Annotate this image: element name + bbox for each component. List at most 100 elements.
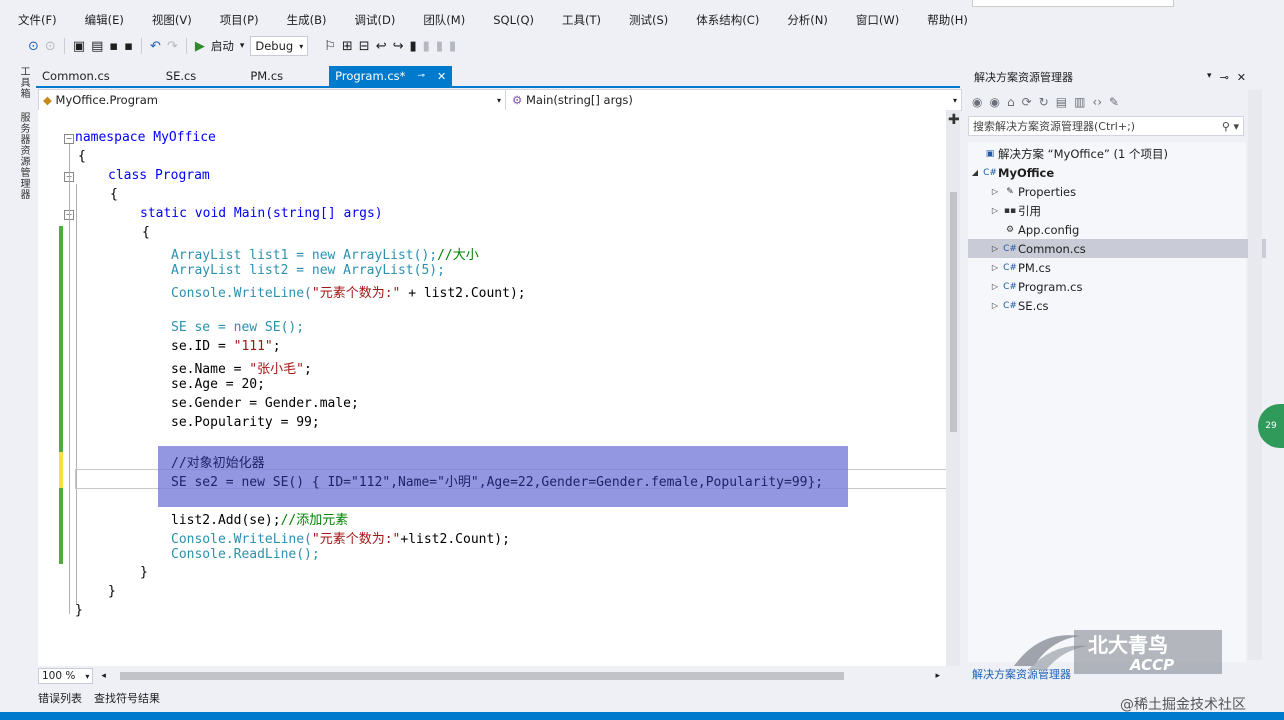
solution-search-input[interactable]: 搜索解决方案资源管理器(Ctrl+;) ⚲ ▾ <box>968 116 1244 136</box>
close-icon[interactable]: ✕ <box>1237 71 1246 84</box>
save-icon[interactable]: ▪ <box>109 39 118 54</box>
menu-team[interactable]: 团队(M) <box>407 12 477 28</box>
start-icon[interactable]: ▶ <box>195 39 205 54</box>
menu-edit[interactable]: 编辑(E) <box>69 12 136 28</box>
show-all-files-icon[interactable]: ▥ <box>1074 95 1085 109</box>
forward-icon[interactable]: ◉ <box>989 95 999 109</box>
collapsed-arrow-icon[interactable]: ▷ <box>988 187 1002 196</box>
menu-window[interactable]: 窗口(W) <box>840 12 911 28</box>
zoom-select[interactable]: 100 % ▾ <box>38 668 94 684</box>
indent-icon[interactable]: ↪ <box>393 39 404 54</box>
menu-help[interactable]: 帮助(H) <box>911 12 980 28</box>
zoom-value: 100 % <box>42 670 76 682</box>
chevron-down-icon[interactable]: ▾ <box>1207 71 1212 84</box>
tab-se-cs[interactable]: SE.cs <box>160 66 211 86</box>
pin-icon[interactable]: ⊸ <box>1220 71 1229 84</box>
tab-error-list[interactable]: 错误列表 <box>38 690 82 708</box>
collapse-all-icon[interactable]: ▤ <box>1056 95 1067 109</box>
server-explorer-tab[interactable]: 服务器资源管理器 <box>16 112 31 200</box>
uncomment-icon[interactable]: ↩ <box>376 39 387 54</box>
code-comment: //大小 <box>437 248 479 263</box>
attach-icon[interactable]: ⊞ <box>342 39 353 54</box>
tab-find-symbol-results[interactable]: 查找符号结果 <box>94 690 160 708</box>
solution-explorer-scrollbar[interactable] <box>1248 90 1262 660</box>
code-line: Console.WriteLine("元素个数为:" + list2.Count… <box>171 282 526 301</box>
tree-label: 解决方案 “MyOffice” (1 个项目) <box>998 146 1168 161</box>
collapsed-arrow-icon[interactable]: ▷ <box>988 263 1002 272</box>
tree-solution[interactable]: ▣ 解决方案 “MyOffice” (1 个项目) <box>968 144 1246 163</box>
toolbar-separator <box>63 38 65 54</box>
scroll-left-icon[interactable]: ◂ <box>101 671 106 681</box>
tree-properties[interactable]: ▷ ✎ Properties <box>968 182 1266 201</box>
code-line: SE se2 = new SE() { ID="112",Name="小明",A… <box>171 475 824 490</box>
code-string: "元素个数为:" <box>311 286 401 301</box>
collapse-namespace-icon[interactable]: − <box>64 134 74 144</box>
bookmark-icon[interactable]: ▮ <box>410 39 417 54</box>
menu-file[interactable]: 文件(F) <box>0 12 69 28</box>
back-icon[interactable]: ⊙ <box>28 39 39 54</box>
tab-common-cs[interactable]: Common.cs <box>36 66 124 86</box>
view-code-icon[interactable]: ‹› <box>1092 95 1102 109</box>
save-all-icon[interactable]: ▪ <box>124 39 133 54</box>
tree-references[interactable]: ▷ ▪▪ 引用 <box>968 201 1266 220</box>
menu-test[interactable]: 测试(S) <box>613 12 680 28</box>
collapsed-arrow-icon[interactable]: ▷ <box>988 206 1002 215</box>
tree-app-config[interactable]: ⚙ App.config <box>968 220 1266 239</box>
config-select[interactable]: Debug ▾ <box>250 36 309 56</box>
expanded-arrow-icon[interactable]: ◢ <box>968 168 982 177</box>
home-icon[interactable]: ⌂ <box>1007 95 1015 109</box>
collapsed-arrow-icon[interactable]: ▷ <box>988 282 1002 291</box>
menu-analyze[interactable]: 分析(N) <box>771 12 840 28</box>
code-text: Console.WriteLine( <box>171 532 312 547</box>
clear-bookmark-icon[interactable]: ▮ <box>449 39 456 54</box>
back-icon[interactable]: ◉ <box>972 95 982 109</box>
tree-pm-cs[interactable]: ▷ C# PM.cs <box>968 258 1266 277</box>
find-icon[interactable]: ⚐ <box>324 39 336 54</box>
search-icon[interactable]: ⚲ ▾ <box>1222 120 1239 133</box>
menu-project[interactable]: 项目(P) <box>204 12 271 28</box>
refresh-icon[interactable]: ↻ <box>1039 95 1049 109</box>
next-bookmark-icon[interactable]: ▮ <box>436 39 443 54</box>
tree-program-cs[interactable]: ▷ C# Program.cs <box>968 277 1266 296</box>
open-file-icon[interactable]: ▤ <box>91 39 103 54</box>
menu-debug[interactable]: 调试(D) <box>338 12 407 28</box>
menu-build[interactable]: 生成(B) <box>271 12 339 28</box>
collapsed-arrow-icon[interactable]: ▷ <box>988 244 1002 253</box>
tab-program-cs-label: Program.cs* <box>335 69 406 83</box>
menu-tools[interactable]: 工具(T) <box>546 12 613 28</box>
tab-pm-cs[interactable]: PM.cs <box>244 66 297 86</box>
collapsed-arrow-icon[interactable]: ▷ <box>988 301 1002 310</box>
class-scope-dropdown[interactable]: ◆ MyOffice.Program ▾ <box>39 90 506 110</box>
horizontal-scroll-thumb[interactable] <box>120 672 844 680</box>
tree-se-cs[interactable]: ▷ C# SE.cs <box>968 296 1266 315</box>
solution-icon: ▣ <box>985 148 995 159</box>
close-icon[interactable]: ✕ <box>437 70 446 83</box>
new-project-icon[interactable]: ▣ <box>73 39 85 54</box>
start-dropdown-icon[interactable]: ▾ <box>240 41 245 51</box>
prev-bookmark-icon[interactable]: ▮ <box>423 39 430 54</box>
start-button[interactable]: 启动 <box>211 38 234 54</box>
redo-icon[interactable]: ↷ <box>167 39 178 54</box>
comment-icon[interactable]: ⊟ <box>359 39 370 54</box>
split-editor-icon[interactable]: ✚ <box>948 112 960 128</box>
navigation-bar: ◆ MyOffice.Program ▾ ⚙ Main(string[] arg… <box>38 89 962 111</box>
menu-sql[interactable]: SQL(Q) <box>477 13 546 27</box>
member-scope-dropdown[interactable]: ⚙ Main(string[] args) ▾ <box>506 90 961 110</box>
tab-program-cs[interactable]: Program.cs* ⊸ ✕ <box>329 66 453 86</box>
tree-common-cs[interactable]: ▷ C# Common.cs <box>968 239 1266 258</box>
code-string: "元素个数为:" <box>311 532 401 547</box>
menu-view[interactable]: 视图(V) <box>136 12 204 28</box>
tree-project[interactable]: ◢ C# MyOffice <box>968 163 1246 182</box>
code-line: ArrayList list2 = new ArrayList(5); <box>171 263 445 278</box>
member-scope-value: ⚙ Main(string[] args) <box>512 93 633 107</box>
editor-scroll-thumb[interactable] <box>950 192 957 432</box>
sync-icon[interactable]: ⟳ <box>1022 95 1032 109</box>
menu-architecture[interactable]: 体系结构(C) <box>680 12 771 28</box>
properties-icon[interactable]: ✎ <box>1109 95 1119 109</box>
undo-icon[interactable]: ↶ <box>150 39 161 54</box>
bottom-panel-tabs: 错误列表 查找符号结果 <box>38 690 160 708</box>
forward-icon[interactable]: ⊙ <box>45 39 56 54</box>
pin-icon[interactable]: ⊸ <box>417 71 425 81</box>
scroll-right-icon[interactable]: ▸ <box>935 671 940 681</box>
toolbox-tab[interactable]: 工具箱 <box>16 66 31 99</box>
